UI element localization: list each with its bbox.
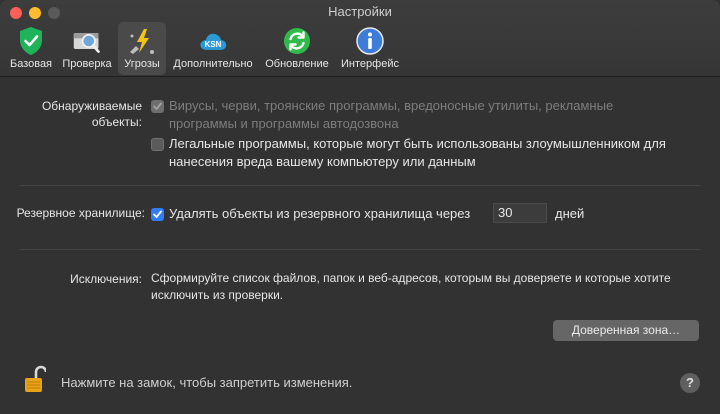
viruses-checkbox[interactable] (151, 100, 164, 113)
tab-scan[interactable]: Проверка (57, 22, 117, 75)
settings-window: Настройки Базовая Проверка Угрозы KSN До… (0, 0, 720, 414)
lock-hint-text: Нажмите на замок, чтобы запретить измене… (61, 375, 353, 390)
separator (20, 249, 700, 250)
trusted-zone-button[interactable]: Доверенная зона… (553, 320, 699, 341)
delete-backup-option-text: Удалять объекты из резервного хранилища … (169, 206, 471, 221)
tab-interface[interactable]: Интерфейс (336, 22, 404, 75)
legal-programs-option-text: Легальные программы, которые могут быть … (169, 136, 666, 169)
tab-advanced-label: Дополнительно (173, 58, 253, 70)
tab-basic-label: Базовая (9, 58, 53, 70)
backup-storage-label: Резервное хранилище: (16, 206, 145, 220)
tab-update-label: Обновление (265, 58, 329, 70)
detected-objects-label: Обнаруживаемые объекты: (41, 99, 142, 129)
exclusions-label: Исключения: (70, 272, 142, 286)
tab-update[interactable]: Обновление (261, 22, 333, 75)
tab-threats[interactable]: Угрозы (118, 22, 166, 75)
scan-icon (72, 26, 102, 56)
ksn-cloud-icon: KSN (198, 26, 228, 56)
lock-icon[interactable] (24, 364, 48, 394)
update-icon (282, 26, 312, 56)
tab-advanced[interactable]: KSN Дополнительно (167, 22, 259, 75)
tab-threats-label: Угрозы (124, 58, 160, 70)
tab-basic[interactable]: Базовая (6, 22, 56, 75)
info-icon (355, 26, 385, 56)
threats-panel: Обнаруживаемые объекты: Вирусы, черви, т… (0, 77, 720, 414)
days-unit-label: дней (555, 206, 585, 221)
toolbar: Настройки Базовая Проверка Угрозы KSN До… (0, 0, 720, 77)
svg-text:KSN: KSN (205, 40, 222, 49)
tab-scan-label: Проверка (62, 58, 112, 70)
backup-days-input[interactable]: 30 (493, 203, 547, 223)
separator (20, 185, 700, 186)
threat-bolt-icon (127, 26, 157, 56)
help-button[interactable]: ? (680, 373, 700, 393)
shield-check-icon (16, 26, 46, 56)
legal-programs-checkbox[interactable] (151, 138, 164, 151)
tab-interface-label: Интерфейс (341, 58, 399, 70)
window-title: Настройки (328, 4, 392, 19)
viruses-option-text: Вирусы, черви, троянские программы, вред… (169, 98, 614, 131)
delete-backup-checkbox[interactable] (151, 208, 164, 221)
exclusions-description: Сформируйте список файлов, папок и веб-а… (151, 271, 671, 302)
